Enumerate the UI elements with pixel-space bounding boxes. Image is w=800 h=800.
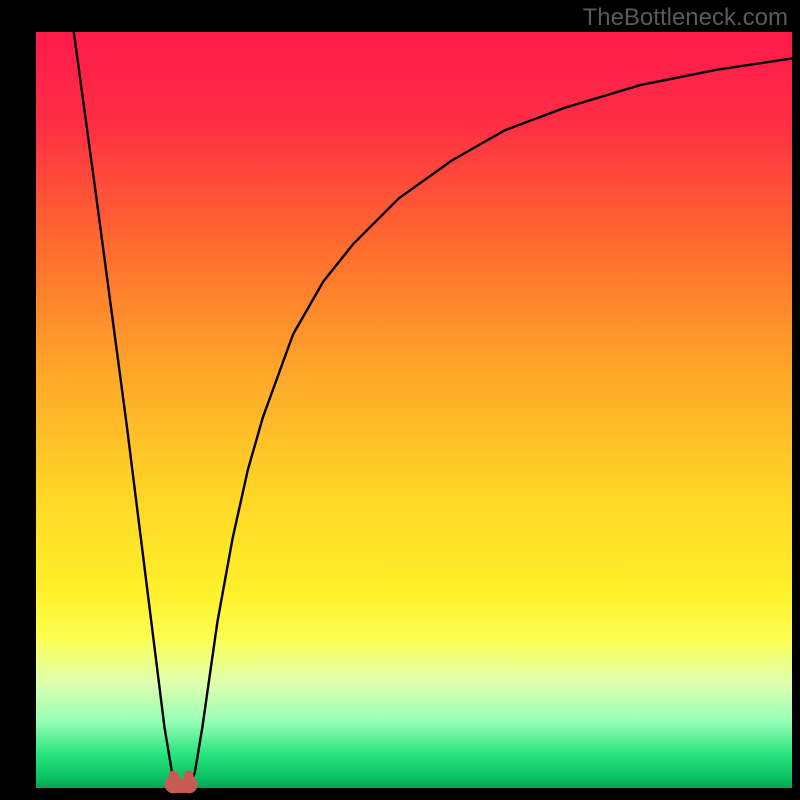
bottleneck-chart [0, 0, 800, 800]
chart-gradient-panel [36, 32, 792, 788]
chart-svg [0, 0, 800, 800]
watermark-text: TheBottleneck.com [583, 4, 788, 32]
